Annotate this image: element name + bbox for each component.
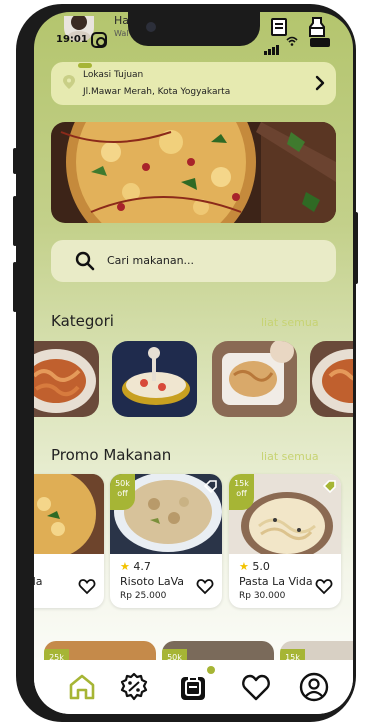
- rating-value: 5.0: [252, 560, 270, 573]
- food-rating: ★ 5.0: [239, 560, 270, 573]
- search-icon: [75, 251, 95, 271]
- camera: [146, 22, 156, 32]
- food-name: Risoto LaVa: [120, 575, 184, 588]
- user-greeting: Ha: [114, 14, 130, 27]
- food-rating: ★ 4.7: [120, 560, 151, 573]
- bag-icon[interactable]: [306, 16, 328, 38]
- food-image: [34, 474, 104, 554]
- tag-icon: [204, 480, 217, 494]
- notification-dot: [207, 666, 215, 674]
- location-title: Lokasi Tujuan: [83, 70, 144, 80]
- food-name: Pasta La Vida: [239, 575, 313, 588]
- bottom-navigation: [34, 660, 353, 714]
- location-selector[interactable]: Lokasi Tujuan Jl.Mawar Merah, Kota Yogya…: [51, 62, 336, 105]
- category-item[interactable]: [34, 341, 99, 417]
- tag-icon: [323, 480, 336, 494]
- food-price: Rp 30.000: [239, 591, 286, 601]
- heart-icon[interactable]: [241, 672, 271, 702]
- promo-banner-image[interactable]: [51, 122, 336, 223]
- category-item[interactable]: [112, 341, 197, 417]
- section-title-kategori: Kategori: [51, 312, 114, 330]
- battery-icon: [310, 38, 330, 47]
- location-address: Jl.Mawar Merah, Kota Yogyakarta: [83, 87, 231, 97]
- rating-value: 4.7: [133, 560, 151, 573]
- heart-icon[interactable]: [78, 577, 96, 595]
- discount-icon[interactable]: [119, 672, 149, 702]
- heart-icon[interactable]: [196, 577, 214, 595]
- home-icon[interactable]: [67, 672, 97, 702]
- section-title-promo: Promo Makanan: [51, 446, 172, 464]
- status-time: 19:01: [56, 34, 88, 45]
- orders-icon[interactable]: [178, 672, 208, 702]
- user-subtitle: Wal: [114, 29, 129, 38]
- heart-icon[interactable]: [315, 577, 333, 595]
- profile-icon[interactable]: [299, 672, 329, 702]
- instagram-icon: [91, 32, 107, 48]
- search-bar[interactable]: Cari makanan...: [51, 240, 336, 282]
- see-all-kategori-link[interactable]: liat semua: [261, 316, 319, 329]
- app-screen: 19:01 Ha Wal Lokasi Tujuan Jl.Mawar Mera…: [34, 12, 353, 714]
- discount-badge: 15k off: [229, 474, 254, 510]
- signal-icon: [264, 36, 280, 55]
- discount-badge: 50k off: [110, 474, 135, 510]
- chevron-right-icon[interactable]: [311, 74, 329, 92]
- see-all-promo-link[interactable]: liat semua: [261, 450, 319, 463]
- orders-icon[interactable]: [271, 18, 287, 36]
- category-item[interactable]: [212, 341, 297, 417]
- food-price: Rp 25.000: [120, 591, 167, 601]
- map-pin-icon: [63, 75, 75, 89]
- food-name: La Vida: [34, 575, 43, 588]
- promo-card[interactable]: La Vida 000: [34, 474, 104, 608]
- promo-card[interactable]: 15k off ★ 5.0 Pasta La Vida Rp 30.000: [229, 474, 341, 608]
- wifi-icon: [286, 36, 298, 46]
- promo-card[interactable]: 50k off ★ 4.7 Risoto LaVa Rp 25.000: [110, 474, 222, 608]
- search-input[interactable]: Cari makanan...: [107, 254, 194, 267]
- category-item[interactable]: [310, 341, 353, 417]
- active-tab-indicator: [78, 63, 92, 68]
- star-icon: ★: [239, 560, 249, 573]
- star-icon: ★: [120, 560, 130, 573]
